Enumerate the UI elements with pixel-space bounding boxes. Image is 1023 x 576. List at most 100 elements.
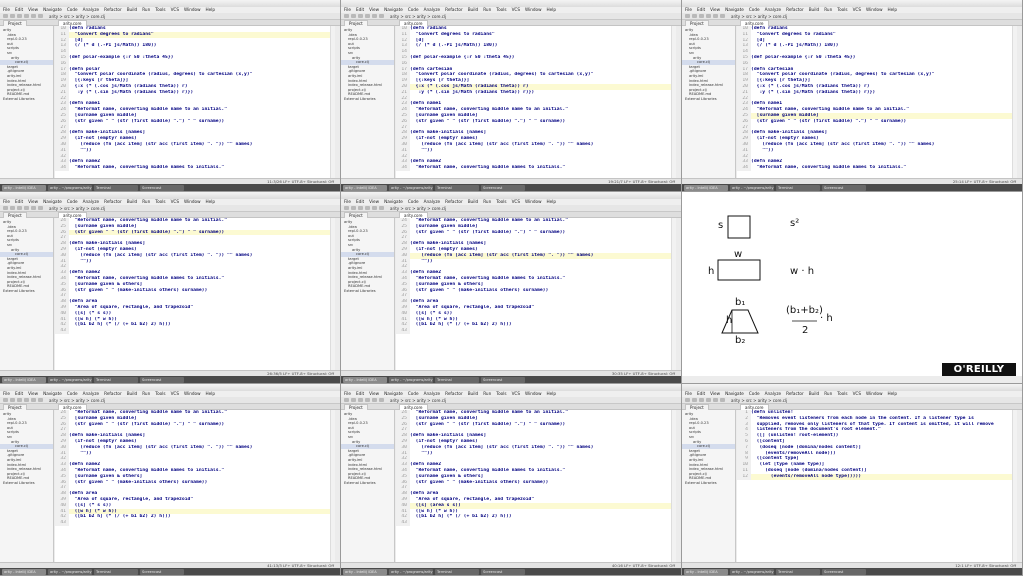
toolbar-icon[interactable] xyxy=(365,206,370,210)
toolbar-icon[interactable] xyxy=(344,398,349,402)
toolbar-icon[interactable] xyxy=(358,398,363,402)
code-editor[interactable]: 24 "Reformat name, converting middle nam… xyxy=(396,410,676,562)
toolbar-icon[interactable] xyxy=(713,398,718,402)
tree-item[interactable]: External Libraries xyxy=(682,97,735,102)
toolbar-icon[interactable] xyxy=(3,398,8,402)
taskbar-item[interactable]: Screencast xyxy=(822,185,866,191)
taskbar-item[interactable]: Screencast xyxy=(140,377,184,383)
code-editor[interactable]: 24 "Reformat name, converting middle nam… xyxy=(396,218,676,370)
toolbar-icon[interactable] xyxy=(344,14,349,18)
toolbar-icon[interactable] xyxy=(17,14,22,18)
toolbar-icon[interactable] xyxy=(685,398,690,402)
scrollbar[interactable] xyxy=(1012,26,1017,178)
toolbar-icon[interactable] xyxy=(344,206,349,210)
toolbar-icon[interactable] xyxy=(706,398,711,402)
taskbar-item[interactable]: Terminal xyxy=(776,185,820,191)
toolbar-icon[interactable] xyxy=(31,398,36,402)
toolbar-icon[interactable] xyxy=(24,206,29,210)
taskbar-item[interactable]: Screencast xyxy=(822,569,866,575)
toolbar-icon[interactable] xyxy=(699,14,704,18)
toolbar-icon[interactable] xyxy=(351,398,356,402)
toolbar-icon[interactable] xyxy=(720,14,725,18)
taskbar-item[interactable]: arity - IntelliJ IDEA xyxy=(343,569,387,575)
toolbar-icon[interactable] xyxy=(17,398,22,402)
toolbar-icon[interactable] xyxy=(17,206,22,210)
taskbar-item[interactable]: Screencast xyxy=(481,569,525,575)
taskbar-item[interactable]: arity - IntelliJ IDEA xyxy=(684,569,728,575)
toolbar-icon[interactable] xyxy=(358,14,363,18)
toolbar-icon[interactable] xyxy=(358,206,363,210)
toolbar-icon[interactable] xyxy=(38,398,43,402)
taskbar-item[interactable]: arity - ~/programs/arity xyxy=(389,569,433,575)
taskbar-item[interactable]: Terminal xyxy=(94,185,138,191)
toolbar-icon[interactable] xyxy=(351,206,356,210)
toolbar-icon[interactable] xyxy=(365,398,370,402)
tree-item[interactable]: External Libraries xyxy=(341,289,394,294)
toolbar-icon[interactable] xyxy=(692,398,697,402)
taskbar-item[interactable]: Screencast xyxy=(140,569,184,575)
code-editor[interactable]: 10 (defn radians 11 "Convert degrees to ra… xyxy=(396,26,676,178)
toolbar-icon[interactable] xyxy=(24,398,29,402)
taskbar-item[interactable]: Screencast xyxy=(481,377,525,383)
taskbar-item[interactable]: arity - IntelliJ IDEA xyxy=(684,185,728,191)
toolbar-icon[interactable] xyxy=(379,14,384,18)
taskbar-item[interactable]: Terminal xyxy=(94,569,138,575)
taskbar-item[interactable]: Screencast xyxy=(140,185,184,191)
taskbar-item[interactable]: arity - ~/programs/arity xyxy=(389,185,433,191)
tree-item[interactable]: External Libraries xyxy=(0,289,53,294)
scrollbar[interactable] xyxy=(330,218,335,370)
taskbar-item[interactable]: arity - ~/programs/arity xyxy=(389,377,433,383)
toolbar-icon[interactable] xyxy=(706,14,711,18)
code-editor[interactable]: 24 "Reformat name, converting middle nam… xyxy=(55,410,335,562)
taskbar-item[interactable]: arity - IntelliJ IDEA xyxy=(343,377,387,383)
taskbar-item[interactable]: arity - IntelliJ IDEA xyxy=(2,185,46,191)
toolbar-icon[interactable] xyxy=(372,398,377,402)
scrollbar[interactable] xyxy=(671,218,676,370)
scrollbar[interactable] xyxy=(671,26,676,178)
toolbar-icon[interactable] xyxy=(713,14,718,18)
toolbar-icon[interactable] xyxy=(38,206,43,210)
tree-item[interactable]: External Libraries xyxy=(341,481,394,486)
taskbar-item[interactable]: Terminal xyxy=(435,569,479,575)
taskbar-item[interactable]: Terminal xyxy=(435,185,479,191)
taskbar-item[interactable]: arity - ~/programs/arity xyxy=(730,185,774,191)
taskbar-item[interactable]: arity - ~/programs/arity xyxy=(48,377,92,383)
tree-item[interactable]: External Libraries xyxy=(0,97,53,102)
scrollbar[interactable] xyxy=(330,410,335,562)
tree-item[interactable]: External Libraries xyxy=(682,481,735,486)
toolbar-icon[interactable] xyxy=(10,398,15,402)
taskbar-item[interactable]: arity - ~/programs/arity xyxy=(48,569,92,575)
taskbar-item[interactable]: arity - IntelliJ IDEA xyxy=(2,377,46,383)
toolbar-icon[interactable] xyxy=(31,14,36,18)
toolbar-icon[interactable] xyxy=(372,206,377,210)
taskbar-item[interactable]: arity - IntelliJ IDEA xyxy=(343,185,387,191)
toolbar-icon[interactable] xyxy=(10,14,15,18)
scrollbar[interactable] xyxy=(1012,410,1017,562)
toolbar-icon[interactable] xyxy=(379,206,384,210)
toolbar-icon[interactable] xyxy=(720,398,725,402)
toolbar-icon[interactable] xyxy=(38,14,43,18)
toolbar-icon[interactable] xyxy=(699,398,704,402)
toolbar-icon[interactable] xyxy=(372,14,377,18)
toolbar-icon[interactable] xyxy=(692,14,697,18)
toolbar-icon[interactable] xyxy=(365,14,370,18)
scrollbar[interactable] xyxy=(330,26,335,178)
tree-item[interactable]: External Libraries xyxy=(0,481,53,486)
code-editor[interactable]: 1 (defn unlisten! 2 "Removes event listene… xyxy=(737,410,1017,562)
taskbar-item[interactable]: Screencast xyxy=(481,185,525,191)
code-editor[interactable]: 10 (defn radians 11 "Convert degrees to ra… xyxy=(737,26,1017,178)
toolbar-icon[interactable] xyxy=(24,14,29,18)
toolbar-icon[interactable] xyxy=(685,14,690,18)
code-editor[interactable]: 24 "Reformat name, converting middle nam… xyxy=(55,218,335,370)
toolbar-icon[interactable] xyxy=(10,206,15,210)
taskbar-item[interactable]: arity - IntelliJ IDEA xyxy=(2,569,46,575)
scrollbar[interactable] xyxy=(671,410,676,562)
taskbar-item[interactable]: Terminal xyxy=(94,377,138,383)
toolbar-icon[interactable] xyxy=(31,206,36,210)
toolbar-icon[interactable] xyxy=(3,206,8,210)
toolbar-icon[interactable] xyxy=(3,14,8,18)
taskbar-item[interactable]: arity - ~/programs/arity xyxy=(48,185,92,191)
taskbar-item[interactable]: Terminal xyxy=(776,569,820,575)
toolbar-icon[interactable] xyxy=(379,398,384,402)
taskbar-item[interactable]: arity - ~/programs/arity xyxy=(730,569,774,575)
